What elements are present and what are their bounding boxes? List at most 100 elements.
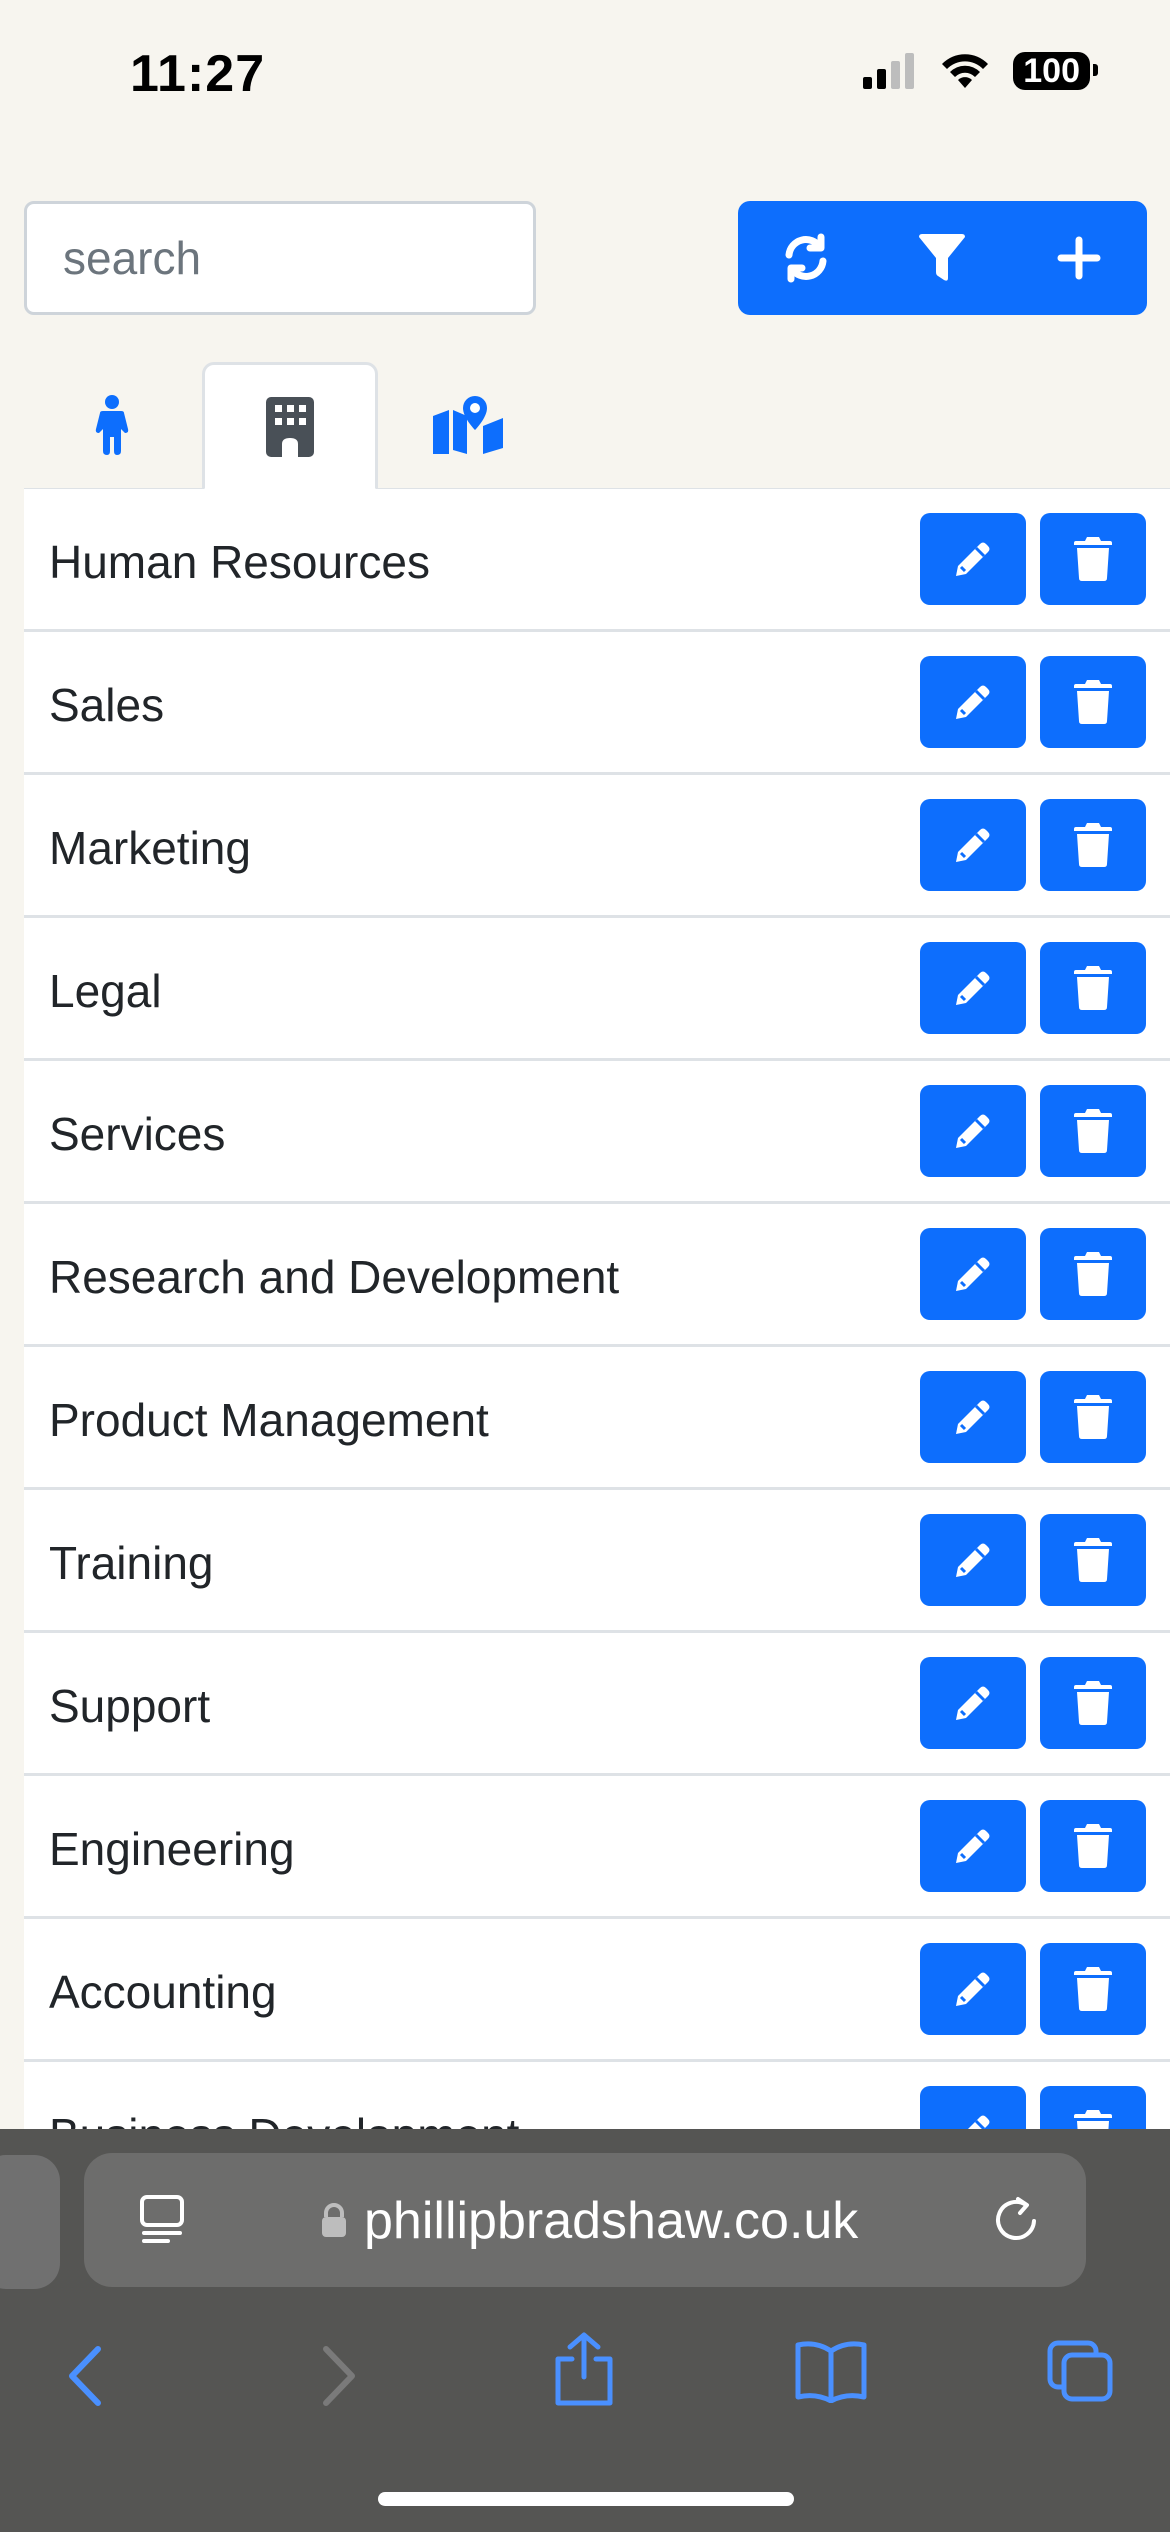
delete-button[interactable] [1040,1943,1146,2035]
edit-button[interactable] [920,1371,1026,1463]
delete-button[interactable] [1040,942,1146,1034]
trash-icon [1074,966,1112,1010]
action-button-group [738,201,1147,315]
department-name: Support [49,1680,211,1732]
delete-button[interactable] [1040,513,1146,605]
status-icons: 100 [863,52,1098,90]
edit-button[interactable] [920,1085,1026,1177]
reload-icon[interactable] [992,2195,1040,2245]
list-item: Services [24,1061,1170,1204]
department-list: Human Resources Sales Marketing Legal Servic… [24,489,1170,2129]
page-menu-icon[interactable] [136,2193,188,2245]
edit-button[interactable] [920,1657,1026,1749]
department-name: Product Management [49,1394,489,1446]
edit-button[interactable] [920,942,1026,1034]
pencil-icon [956,685,990,719]
department-name: Sales [49,679,165,731]
trash-icon [1074,1824,1112,1868]
view-tabs [24,362,1170,491]
delete-button[interactable] [1040,1800,1146,1892]
list-item: Support [24,1633,1170,1776]
list-item: Accounting [24,1919,1170,2062]
tabs-button[interactable] [1046,2339,1114,2403]
browser-toolbar [0,2309,1170,2439]
pencil-icon [956,1257,990,1291]
status-bar: 11:27 100 [0,0,1170,150]
person-icon [95,395,129,455]
pencil-icon [968,2115,990,2129]
list-item: Marketing [24,775,1170,918]
map-location-icon [433,396,503,454]
list-item: Legal [24,918,1170,1061]
pencil-icon [956,542,990,576]
edit-button[interactable] [920,656,1026,748]
edit-button[interactable] [920,1514,1026,1606]
building-icon [266,396,314,457]
list-item: Sales [24,632,1170,775]
browser-bottom-bar: phillipbradshaw.co.uk [0,2129,1170,2532]
signal-icon [863,53,915,89]
list-item: Business Development [24,2062,1170,2129]
department-name: Services [49,1108,226,1160]
trash-icon [1074,537,1112,581]
status-time: 11:27 [130,45,266,103]
trash-icon [1074,823,1112,867]
refresh-button[interactable] [738,201,874,315]
filter-icon [919,234,966,281]
department-name: Human Resources [49,536,430,588]
pencil-icon [956,971,990,1005]
url-text: phillipbradshaw.co.uk [364,2192,859,2250]
filter-button[interactable] [874,201,1010,315]
forward-button[interactable] [318,2345,358,2407]
home-indicator [378,2492,794,2506]
add-button[interactable] [1011,201,1147,315]
tab-locations[interactable] [380,362,556,488]
department-name: Business Development [49,2108,519,2129]
trash-icon [1074,1252,1112,1296]
department-name: Legal [49,965,162,1017]
edit-button[interactable] [920,1228,1026,1320]
previous-tab-peek[interactable] [0,2155,60,2289]
address-bar[interactable]: phillipbradshaw.co.uk [84,2153,1086,2287]
tab-departments[interactable] [202,362,378,491]
pencil-icon [956,1114,990,1148]
delete-button[interactable] [1040,799,1146,891]
pencil-icon [956,1972,990,2006]
department-name: Accounting [49,1966,277,2018]
trash-icon [1074,1395,1112,1439]
bookmarks-button[interactable] [794,2339,868,2403]
edit-button[interactable] [920,799,1026,891]
tab-people[interactable] [24,362,200,488]
delete-button[interactable] [1040,2086,1146,2129]
pencil-icon [956,1543,990,1577]
trash-icon [1074,680,1112,724]
delete-button[interactable] [1040,656,1146,748]
lock-icon [322,2203,346,2237]
share-button[interactable] [552,2331,616,2407]
search-input[interactable] [24,201,536,315]
delete-button[interactable] [1040,1371,1146,1463]
delete-button[interactable] [1040,1085,1146,1177]
edit-button[interactable] [920,1943,1026,2035]
department-name: Marketing [49,822,251,874]
add-icon [1057,236,1101,280]
department-name: Research and Development [49,1251,620,1303]
list-item: Product Management [24,1347,1170,1490]
delete-button[interactable] [1040,1228,1146,1320]
list-item: Training [24,1490,1170,1633]
trash-icon [1074,1681,1112,1725]
delete-button[interactable] [1040,1514,1146,1606]
back-button[interactable] [66,2345,106,2407]
department-name: Engineering [49,1823,295,1875]
delete-button[interactable] [1040,1657,1146,1749]
list-item: Human Resources [24,489,1170,632]
trash-icon [1074,1967,1112,2011]
trash-icon [1074,2110,1112,2129]
edit-button[interactable] [920,2086,1026,2129]
battery-indicator: 100 [1013,52,1098,90]
edit-button[interactable] [920,1800,1026,1892]
chevron-left-icon [69,2346,101,2406]
trash-icon [1074,1538,1112,1582]
pencil-icon [956,828,990,862]
edit-button[interactable] [920,513,1026,605]
